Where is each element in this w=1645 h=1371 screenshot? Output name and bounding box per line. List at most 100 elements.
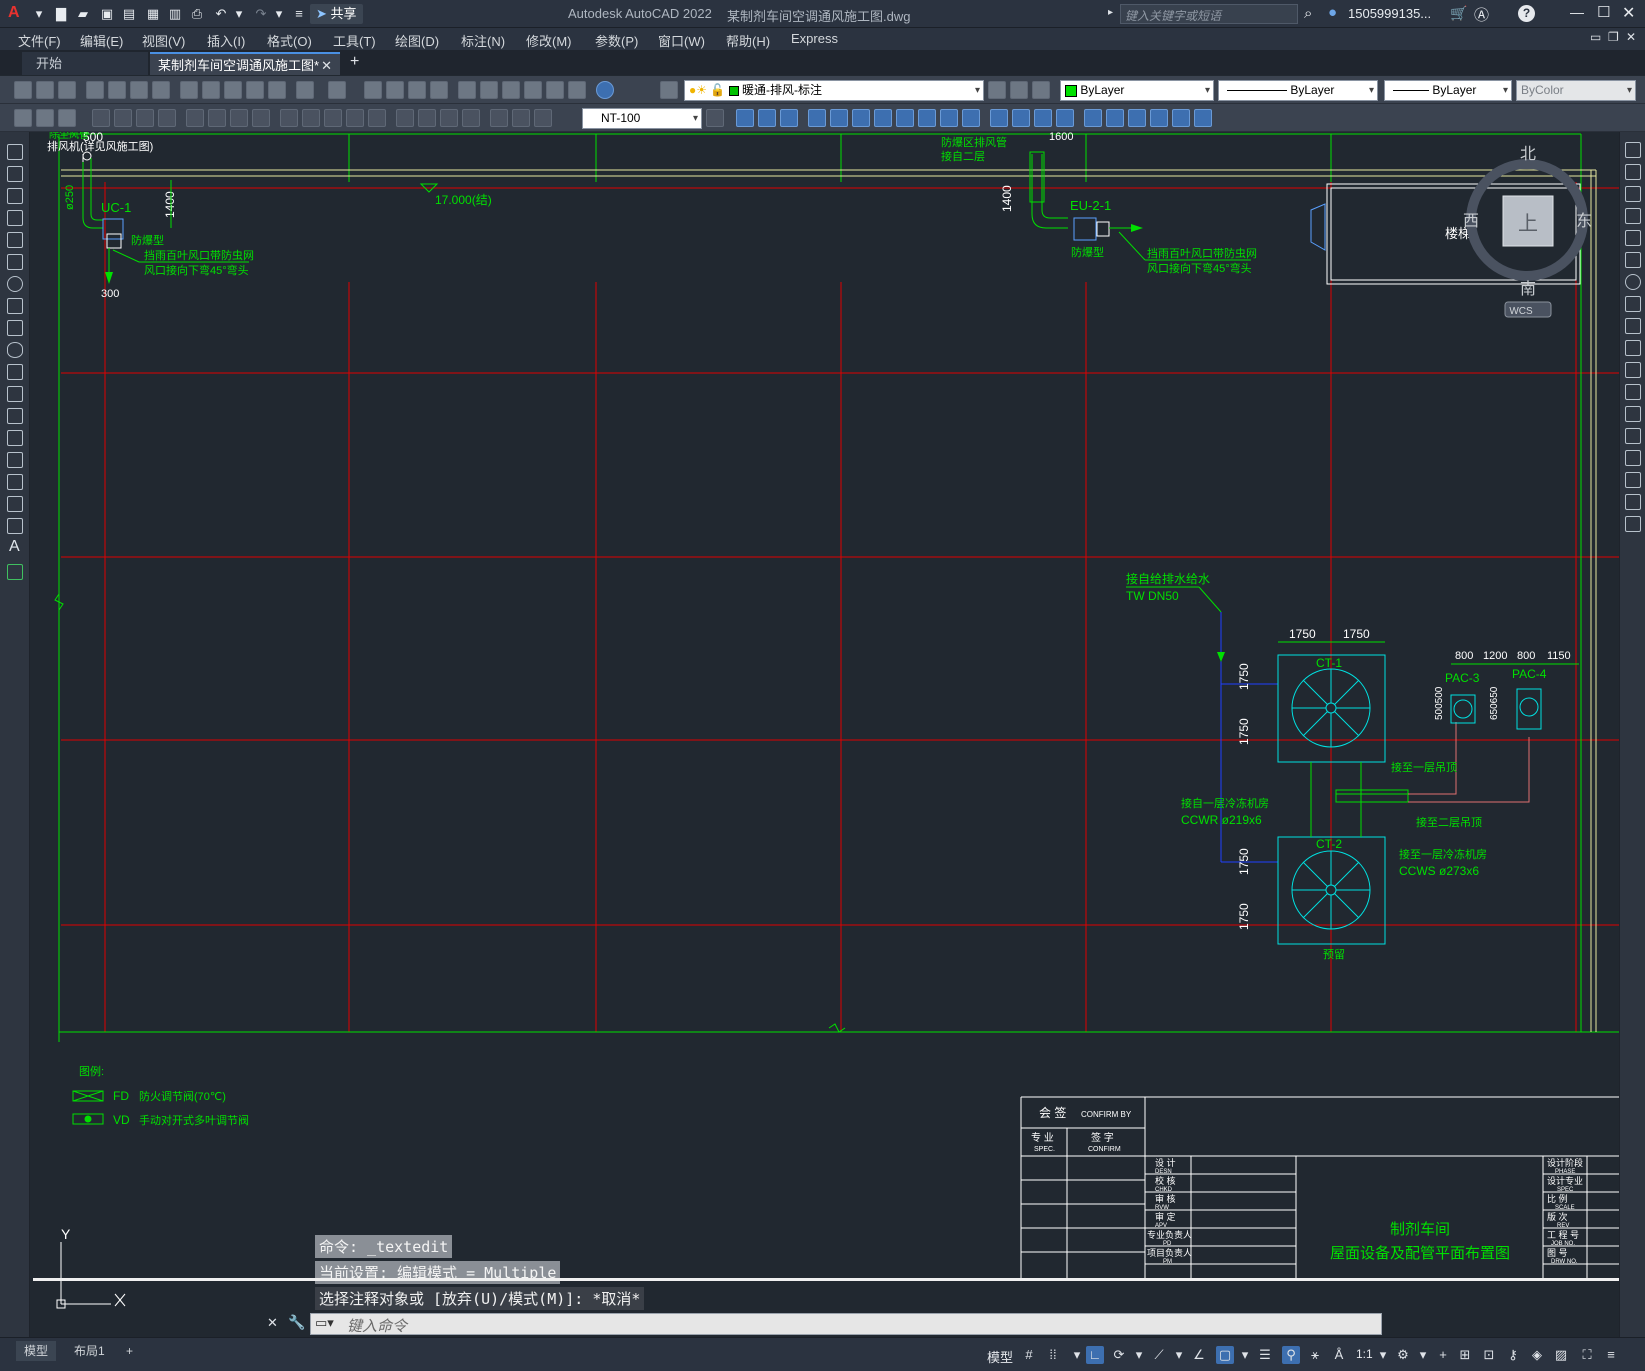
dim-break-icon[interactable]	[368, 109, 386, 127]
annotation-scale-icon[interactable]: Å	[1330, 1346, 1348, 1364]
undo-dropdown-icon[interactable]: ▾	[230, 5, 248, 22]
app-menu-arrow-icon[interactable]: ▾	[30, 5, 48, 22]
menu-express[interactable]: Express	[791, 31, 838, 46]
cut-icon[interactable]	[180, 81, 198, 99]
workspace-gear-icon[interactable]: ⚙	[1394, 1346, 1412, 1364]
polar-icon[interactable]: ⟳	[1110, 1346, 1128, 1364]
open-web-icon[interactable]: ▦	[144, 5, 162, 22]
tolerance-icon[interactable]	[396, 109, 414, 127]
tab-close-icon[interactable]: ✕	[321, 54, 332, 77]
dim-edit-icon[interactable]	[490, 109, 508, 127]
search-expand-icon[interactable]: ▸	[1108, 7, 1113, 18]
rectangle-icon[interactable]	[7, 232, 23, 248]
dim-space-icon[interactable]	[346, 109, 364, 127]
wcs-label[interactable]: WCS	[1509, 306, 1533, 317]
snap-dropdown-icon[interactable]: ▾	[1068, 1346, 1086, 1364]
jogged-linear-icon[interactable]	[462, 109, 480, 127]
layer-previous-icon[interactable]	[1010, 81, 1028, 99]
open-icon[interactable]: ▰	[74, 5, 92, 22]
preview-icon[interactable]	[108, 81, 126, 99]
workspace-dropdown-icon[interactable]: ▾	[1414, 1346, 1432, 1364]
doc-minimize-icon[interactable]: ▭	[1590, 30, 1601, 44]
trim-icon[interactable]	[940, 109, 958, 127]
viewcube-top[interactable]: 上	[1518, 212, 1538, 235]
auto-scale-icon[interactable]: ⚹	[1306, 1346, 1324, 1364]
line-icon[interactable]	[7, 144, 23, 160]
search-input[interactable]: 键入关键字或短语	[1120, 4, 1298, 24]
make-current-layer-icon[interactable]	[988, 81, 1006, 99]
menu-view[interactable]: 视图(V)	[142, 31, 185, 50]
isodraft-icon[interactable]: ⟋	[1150, 1346, 1168, 1364]
iso-dropdown-icon[interactable]: ▾	[1170, 1346, 1188, 1364]
close-icon[interactable]: ✕	[1622, 3, 1635, 23]
r-chamfer-icon[interactable]	[1625, 450, 1641, 466]
layer-states-icon[interactable]	[1032, 81, 1050, 99]
continue-icon[interactable]	[324, 109, 342, 127]
menu-parametric[interactable]: 参数(P)	[595, 31, 638, 50]
viewcube[interactable]: 北 南 东 西 上 WCS	[1463, 145, 1592, 318]
compass-west[interactable]: 西	[1463, 213, 1479, 230]
diameter-icon[interactable]	[230, 109, 248, 127]
compass-north[interactable]: 北	[1520, 145, 1536, 163]
match-prop-icon[interactable]	[246, 81, 264, 99]
dim-update-icon[interactable]	[36, 109, 54, 127]
circle-icon[interactable]	[7, 276, 23, 292]
radius-icon[interactable]	[186, 109, 204, 127]
pan-icon[interactable]	[364, 81, 382, 99]
move-icon[interactable]	[852, 109, 870, 127]
polar-dropdown-icon[interactable]: ▾	[1130, 1346, 1148, 1364]
minimize-icon[interactable]: —	[1570, 4, 1584, 20]
extend-icon[interactable]	[962, 109, 980, 127]
3d-dwf-icon[interactable]	[152, 81, 170, 99]
align-icon[interactable]	[1150, 109, 1168, 127]
redo-icon[interactable]: ↷	[252, 5, 270, 22]
lineweight-toggle-icon[interactable]: ☰	[1256, 1346, 1274, 1364]
publish-icon[interactable]	[130, 81, 148, 99]
share-button[interactable]: ➤ 共享	[310, 4, 363, 24]
save-as-icon[interactable]: ▤	[120, 5, 138, 22]
stretch-icon[interactable]	[918, 109, 936, 127]
grid-icon[interactable]: #	[1020, 1346, 1038, 1364]
hatch-icon[interactable]	[7, 452, 23, 468]
gradient-icon[interactable]	[7, 474, 23, 490]
r-trim-icon[interactable]	[1625, 340, 1641, 356]
menu-dimension[interactable]: 标注(N)	[461, 31, 505, 50]
sheet-set-icon[interactable]	[524, 81, 542, 99]
autodesk-a360-icon[interactable]: Ⓐ	[1474, 4, 1489, 25]
polyline-icon[interactable]	[7, 188, 23, 204]
zoom-realtime-icon[interactable]	[386, 81, 404, 99]
arc-icon[interactable]	[7, 254, 23, 270]
baseline-icon[interactable]	[302, 109, 320, 127]
r-blend-icon[interactable]	[1625, 494, 1641, 510]
join-icon[interactable]	[1012, 109, 1030, 127]
r-scale-icon[interactable]	[1625, 296, 1641, 312]
help-icon[interactable]: ?	[1518, 5, 1535, 22]
angular-icon[interactable]	[252, 109, 270, 127]
spline-icon[interactable]	[7, 320, 23, 336]
layer-dropdown[interactable]: ●☀ 🔓 暖通-排风-标注 ▾	[684, 80, 984, 101]
copy-obj-icon[interactable]	[758, 109, 776, 127]
tb-help-icon[interactable]	[596, 81, 614, 99]
qnew-icon[interactable]	[14, 81, 32, 99]
command-customize-icon[interactable]: 🔧	[288, 1314, 305, 1331]
lengthen-icon[interactable]	[1128, 109, 1146, 127]
construction-line-icon[interactable]	[7, 166, 23, 182]
properties-icon[interactable]	[458, 81, 476, 99]
blend-icon[interactable]	[1106, 109, 1124, 127]
menu-modify[interactable]: 修改(M)	[526, 31, 572, 50]
menu-help[interactable]: 帮助(H)	[726, 31, 770, 50]
design-center-icon[interactable]	[480, 81, 498, 99]
quick-dim-icon[interactable]	[280, 109, 298, 127]
new-icon[interactable]: ▇	[52, 5, 70, 22]
status-model-label[interactable]: 模型	[987, 1347, 1013, 1366]
match-dim-icon[interactable]	[14, 109, 32, 127]
polygon-icon[interactable]	[7, 210, 23, 226]
tab-drawing[interactable]: 某制剂车间空调通风施工图* ✕	[150, 52, 340, 75]
table-icon[interactable]	[7, 518, 23, 534]
lineweight-dropdown[interactable]: ByLayer ▾	[1384, 80, 1512, 101]
drawing-canvas[interactable]: 楼梯 北 南 东 西 上 WCS UC-1 500 ø250 除尘风管 排风机(…	[31, 132, 1619, 1337]
r-mirror-icon[interactable]	[1625, 186, 1641, 202]
r-array-icon[interactable]	[1625, 230, 1641, 246]
graphics-perf-icon[interactable]: ▨	[1552, 1346, 1570, 1364]
plot-icon[interactable]: ⎙	[188, 5, 206, 22]
